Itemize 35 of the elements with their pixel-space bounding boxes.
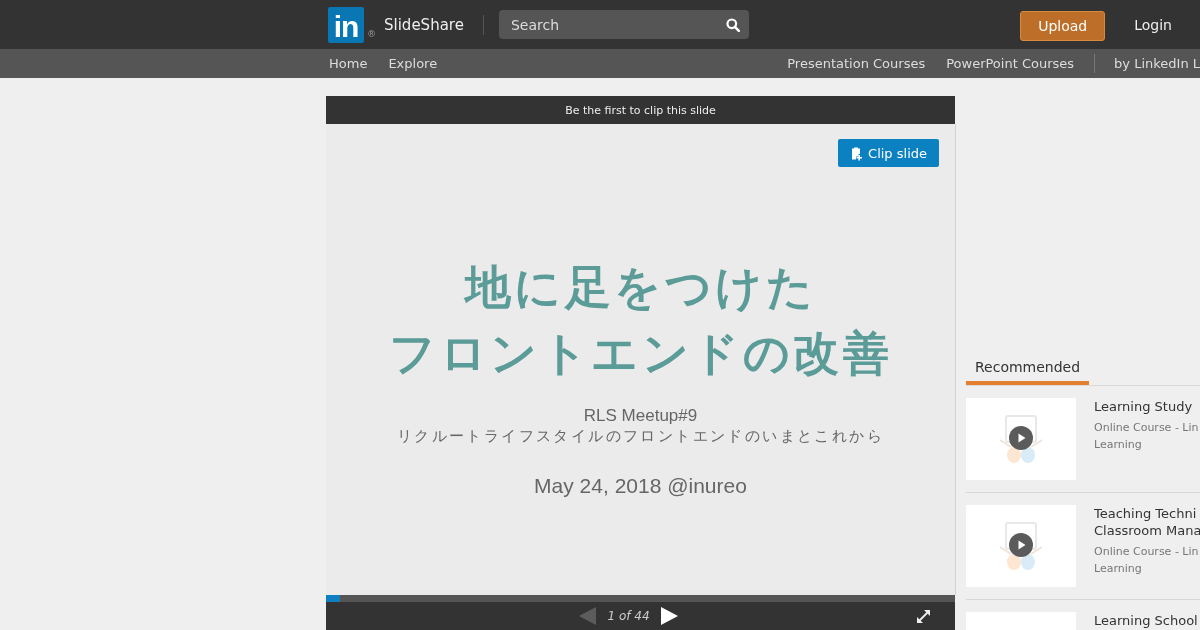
course-thumbnail[interactable] [966, 505, 1076, 587]
nav-link[interactable]: Explore [388, 56, 438, 71]
course-title[interactable]: Learning Study [1094, 398, 1199, 415]
search-field[interactable]: Search [498, 10, 749, 39]
registered-mark: ® [367, 29, 376, 39]
upload-button[interactable]: Upload [1020, 11, 1106, 41]
event-name: RLS Meetup#9 [583, 406, 698, 426]
course-meta: Online Course - Lin Learning [1094, 420, 1199, 453]
search-icon[interactable] [725, 18, 740, 32]
clipboard-plus-icon [851, 145, 864, 161]
logo[interactable]: in [328, 6, 364, 43]
nav-link[interactable]: Presentation Courses [787, 56, 926, 71]
course-title[interactable]: Learning School [1094, 612, 1198, 629]
figure-drawing [999, 414, 1043, 464]
clip-banner: Be the first to clip this slide [326, 96, 955, 124]
nav-link[interactable]: Home [329, 56, 368, 71]
page-counter: 1 of 44 [607, 609, 650, 623]
partner-link[interactable]: by LinkedIn L [1114, 56, 1200, 71]
course-thumbnail[interactable] [966, 398, 1076, 480]
figure-drawing [999, 521, 1043, 571]
sidebar-tab[interactable]: Recommended [966, 356, 1090, 385]
brand-name[interactable]: SlideShare [384, 15, 464, 34]
course-meta: Online Course - Lin Learning [1094, 544, 1200, 577]
fullscreen-button[interactable] [916, 608, 931, 624]
play-icon[interactable] [1009, 533, 1033, 557]
slide-date: May 24, 2018 @inureo [534, 473, 747, 499]
course-title[interactable]: Teaching Techni Classroom Mana [1094, 505, 1200, 539]
login-link[interactable]: Login [1134, 16, 1172, 33]
clip-slide-button[interactable]: Clip slide [838, 139, 939, 167]
slide-subtitle: リクルートライフスタイルのフロントエンドのいまとこれから [396, 426, 885, 446]
play-icon[interactable] [1009, 426, 1033, 450]
progress-track[interactable] [326, 595, 955, 602]
slide-title: 地に足をつけた フロントエンドの改善 [389, 259, 892, 382]
nav-link[interactable]: PowerPoint Courses [946, 56, 1075, 71]
next-button[interactable] [660, 607, 678, 625]
